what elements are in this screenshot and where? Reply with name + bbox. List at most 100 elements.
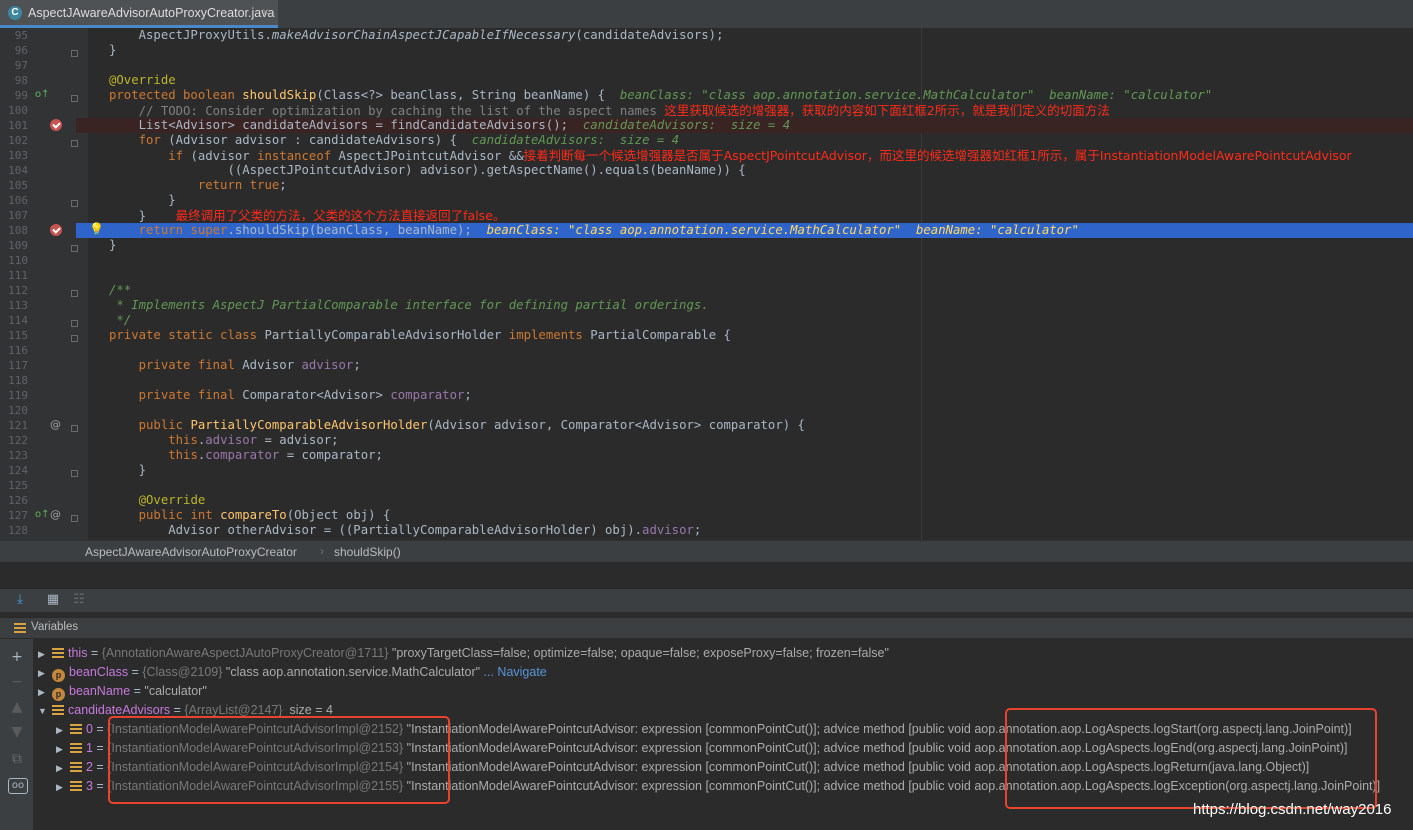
fold-marker-icon[interactable] — [71, 515, 78, 522]
expand-toggle-icon[interactable]: ▼ — [38, 702, 50, 721]
line-number: 123 — [8, 449, 28, 462]
line-number: 122 — [8, 434, 28, 447]
code-line[interactable]: private final Advisor advisor; — [109, 358, 361, 373]
code-line[interactable]: */ — [109, 313, 131, 328]
breakpoint-icon[interactable] — [50, 119, 62, 131]
file-tab-label[interactable]: AspectJAwareAdvisorAutoProxyCreator.java — [28, 6, 274, 20]
line-number: 113 — [8, 299, 28, 312]
code-line[interactable]: private static class PartiallyComparable… — [109, 328, 731, 343]
navigate-link[interactable]: ... Navigate — [480, 665, 547, 679]
override-method-icon[interactable]: o↑ — [35, 89, 50, 100]
variable-equals: = — [92, 760, 108, 774]
line-number: 111 — [8, 269, 28, 282]
lightbulb-icon[interactable]: 💡 — [89, 222, 104, 236]
line-number: 107 — [8, 209, 28, 222]
code-line[interactable]: } — [109, 238, 116, 253]
code-line[interactable]: } — [109, 43, 116, 58]
code-line[interactable]: } — [109, 463, 146, 478]
annotation-box-2 — [1005, 708, 1377, 809]
override-method-icon[interactable]: o↑ — [35, 509, 50, 520]
variable-value: "proxyTargetClass=false; optimize=false;… — [388, 646, 889, 660]
layout-icon[interactable]: ☷ — [71, 592, 87, 608]
code-line[interactable]: @Override — [109, 493, 206, 508]
code-line[interactable]: // TODO: Consider optimization by cachin… — [109, 103, 1110, 118]
line-number: 127 — [8, 509, 28, 522]
expand-toggle-icon[interactable]: ▶ — [38, 664, 50, 683]
expand-toggle-icon[interactable]: ▶ — [56, 778, 68, 797]
fold-marker-icon[interactable] — [71, 50, 78, 57]
variables-side-toolbar: + − ▲ ▼ ⧉ oo — [0, 639, 34, 830]
fold-marker-icon[interactable] — [71, 470, 78, 477]
code-line[interactable]: List<Advisor> candidateAdvisors = findCa… — [109, 118, 791, 133]
field-icon — [52, 705, 64, 715]
table-view-icon[interactable]: ▦ — [45, 592, 61, 608]
variable-object-id: {ArrayList@2147} — [184, 703, 283, 717]
fold-marker-icon[interactable] — [71, 335, 78, 342]
line-number: 117 — [8, 359, 28, 372]
breadcrumb-method[interactable]: shouldSkip() — [334, 545, 401, 559]
code-line[interactable]: ((AspectJPointcutAdvisor) advisor).getAs… — [109, 163, 745, 178]
code-line[interactable]: public PartiallyComparableAdvisorHolder(… — [109, 418, 805, 433]
code-line[interactable]: this.advisor = advisor; — [109, 433, 338, 448]
variable-row[interactable]: ▶ p beanName = "calculator" — [38, 682, 207, 701]
glasses-icon[interactable]: oo — [8, 778, 28, 794]
fold-marker-icon[interactable] — [71, 245, 78, 252]
expand-toggle-icon[interactable]: ▶ — [38, 645, 50, 664]
line-number: 97 — [14, 59, 28, 72]
code-line[interactable]: public int compareTo(Object obj) { — [109, 508, 391, 523]
variable-row[interactable]: ▶ this = {AnnotationAwareAspectJAutoProxy… — [38, 644, 889, 663]
code-line[interactable]: AspectJProxyUtils.makeAdvisorChainAspect… — [109, 28, 724, 43]
expand-toggle-icon[interactable]: ▶ — [56, 721, 68, 740]
variable-equals: = — [130, 684, 145, 698]
variable-value: size = 4 — [282, 703, 333, 717]
parameter-icon: p — [52, 688, 65, 701]
move-down-icon[interactable]: ▼ — [9, 724, 25, 740]
remove-watch-icon[interactable]: − — [9, 674, 25, 690]
code-line[interactable]: * Implements AspectJ PartialComparable i… — [109, 298, 708, 313]
expand-toggle-icon[interactable]: ▶ — [56, 740, 68, 759]
code-line[interactable]: return super.shouldSkip(beanClass, beanN… — [109, 223, 1079, 238]
add-watch-icon[interactable]: + — [9, 649, 25, 665]
line-number: 99 — [14, 89, 28, 102]
fold-marker-icon[interactable] — [71, 140, 78, 147]
expand-toggle-icon[interactable]: ▶ — [38, 683, 50, 702]
code-line[interactable]: this.comparator = comparator; — [109, 448, 383, 463]
expand-toggle-icon[interactable]: ▶ — [56, 759, 68, 778]
line-number: 124 — [8, 464, 28, 477]
debug-toolbar: ⤓ ▦ ☷ — [0, 588, 1413, 614]
copy-icon[interactable]: ⧉ — [9, 751, 25, 767]
fold-marker-icon[interactable] — [71, 290, 78, 297]
code-line[interactable]: if (advisor instanceof AspectJPointcutAd… — [109, 148, 1351, 163]
code-line[interactable]: } 最终调用了父类的方法，父类的这个方法直接返回了false。 — [109, 208, 506, 223]
move-up-icon[interactable]: ▲ — [9, 699, 25, 715]
variables-title: Variables — [31, 621, 79, 633]
breadcrumb-class[interactable]: AspectJAwareAdvisorAutoProxyCreator — [85, 545, 297, 559]
file-tab[interactable]: C AspectJAwareAdvisorAutoProxyCreator.ja… — [0, 0, 278, 28]
variable-name: this — [68, 646, 88, 660]
code-line[interactable]: @Override — [109, 73, 176, 88]
line-number: 103 — [8, 149, 28, 162]
fold-marker-icon[interactable] — [71, 320, 78, 327]
breakpoint-icon[interactable] — [50, 224, 62, 236]
code-line[interactable]: Advisor otherAdvisor = ((PartiallyCompar… — [109, 523, 701, 538]
fold-marker-icon[interactable] — [71, 200, 78, 207]
advisor-index: 3 — [86, 779, 93, 793]
line-number: 126 — [8, 494, 28, 507]
line-number: 128 — [8, 524, 28, 537]
code-line[interactable]: /** — [109, 283, 131, 298]
fold-marker-icon[interactable] — [71, 425, 78, 432]
variable-equals: = — [170, 703, 185, 717]
line-number: 121 — [8, 419, 28, 432]
line-number: 104 — [8, 164, 28, 177]
variable-row[interactable]: ▶ p beanClass = {Class@2109} "class aop.an… — [38, 663, 547, 682]
line-number: 118 — [8, 374, 28, 387]
code-line[interactable]: for (Advisor advisor : candidateAdvisors… — [109, 133, 679, 148]
close-icon[interactable]: × — [262, 5, 269, 19]
code-line[interactable]: private final Comparator<Advisor> compar… — [109, 388, 472, 403]
variable-object-id: {AnnotationAwareAspectJAutoProxyCreator@… — [101, 646, 389, 660]
show-execution-point-icon[interactable]: ⤓ — [12, 592, 28, 608]
code-line[interactable]: return true; — [109, 178, 287, 193]
code-line[interactable]: } — [109, 193, 175, 208]
code-line[interactable]: protected boolean shouldSkip(Class<?> be… — [109, 88, 1212, 103]
fold-marker-icon[interactable] — [71, 95, 78, 102]
